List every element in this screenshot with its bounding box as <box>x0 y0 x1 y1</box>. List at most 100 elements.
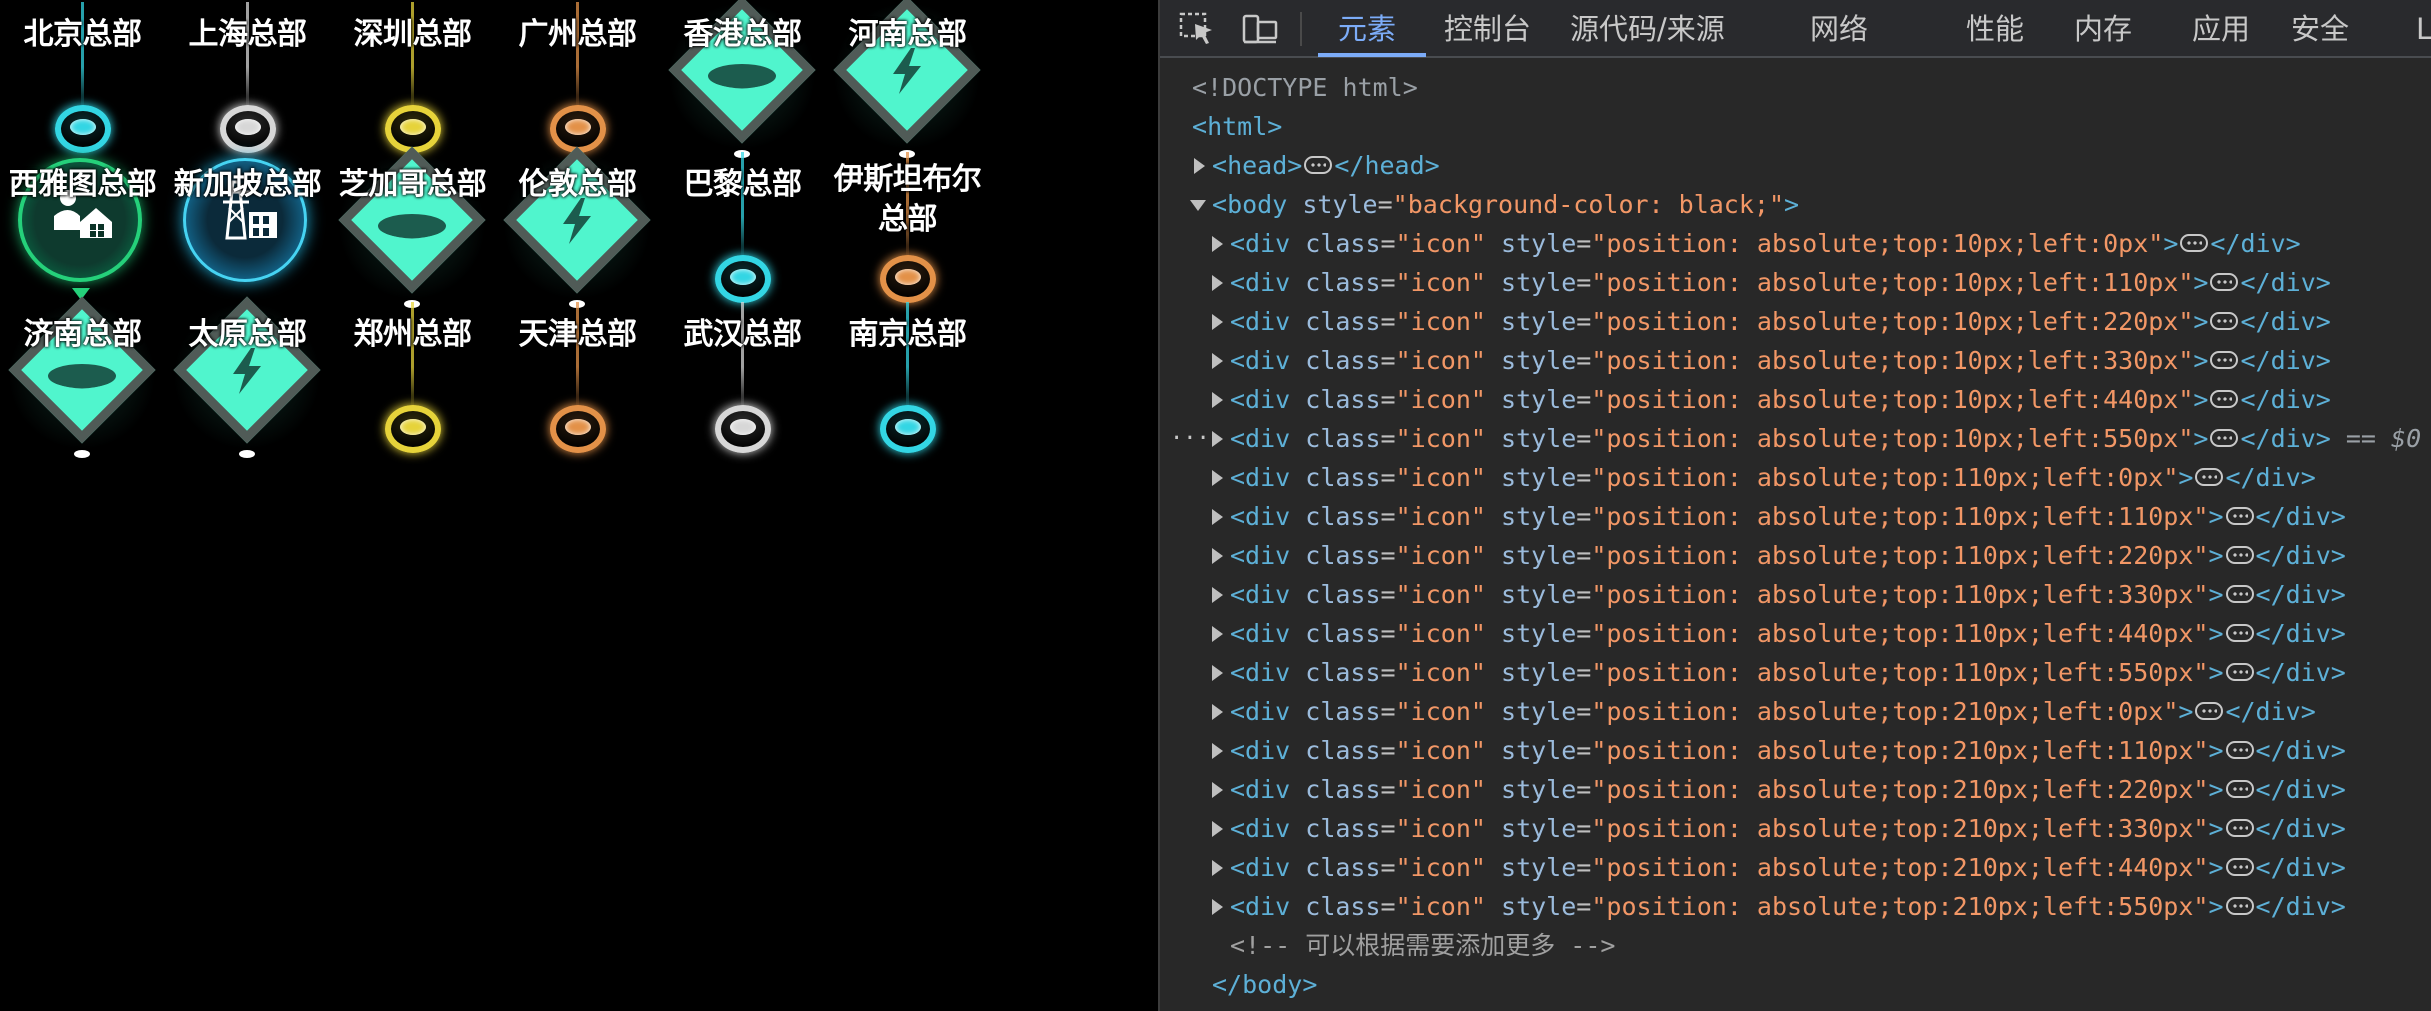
collapsed-content-icon[interactable] <box>2225 780 2254 798</box>
device-toolbar-icon[interactable] <box>1240 10 1280 48</box>
expand-triangle-icon[interactable] <box>1212 431 1223 447</box>
dom-node-line[interactable]: <div class="icon" style="position: absol… <box>1160 536 2431 575</box>
tab-5[interactable]: 性能 <box>1966 0 2024 58</box>
map-marker-15[interactable]: 郑州总部 <box>330 300 495 455</box>
dom-node-line[interactable]: <div class="icon" style="position: absol… <box>1160 497 2431 536</box>
marker-anchor-dot <box>239 450 255 458</box>
tab-9[interactable]: Lighthouse <box>2416 0 2431 58</box>
collapsed-content-icon[interactable] <box>2210 429 2239 447</box>
tab-6[interactable]: 内存 <box>2074 0 2132 58</box>
beacon-core <box>70 119 96 135</box>
map-marker-12[interactable]: 伊斯坦布尔总部 <box>825 150 990 305</box>
collapsed-content-icon[interactable] <box>2225 858 2254 876</box>
collapsed-content-icon[interactable] <box>2225 507 2254 525</box>
dom-node-line[interactable]: <div class="icon" style="position: absol… <box>1160 692 2431 731</box>
dom-node-line[interactable]: <!DOCTYPE html> <box>1160 68 2431 107</box>
collapsed-content-icon[interactable] <box>2225 663 2254 681</box>
tag-name: head <box>1227 151 1288 180</box>
tab-3[interactable]: 源代码/来源 <box>1570 0 1725 58</box>
dom-node-line[interactable]: <div class="icon" style="position: absol… <box>1160 770 2431 809</box>
tab-2[interactable]: 控制台 <box>1444 0 1531 58</box>
expand-triangle-icon[interactable] <box>1212 743 1223 759</box>
expand-triangle-icon[interactable] <box>1212 275 1223 291</box>
expand-triangle-icon[interactable] <box>1194 158 1205 174</box>
collapse-triangle-icon[interactable] <box>1190 200 1206 211</box>
expand-triangle-icon[interactable] <box>1212 353 1223 369</box>
dom-node-line[interactable]: <div class="icon" style="position: absol… <box>1160 458 2431 497</box>
collapsed-content-icon[interactable] <box>2225 819 2254 837</box>
collapsed-content-icon[interactable] <box>2210 351 2239 369</box>
map-marker-4[interactable]: 广州总部 <box>495 0 660 155</box>
dom-node-line[interactable]: ··· <div class="icon" style="position: ab… <box>1160 419 2431 458</box>
expand-triangle-icon[interactable] <box>1212 782 1223 798</box>
expand-triangle-icon[interactable] <box>1212 470 1223 486</box>
dom-node-line[interactable]: <div class="icon" style="position: absol… <box>1160 575 2431 614</box>
marker-label: 新加坡总部 <box>173 167 322 202</box>
marker-label: 南京总部 <box>848 317 968 352</box>
collapsed-content-icon[interactable] <box>2225 624 2254 642</box>
expand-triangle-icon[interactable] <box>1212 314 1223 330</box>
collapsed-content-icon[interactable] <box>2225 585 2254 603</box>
map-marker-9[interactable]: 芝加哥总部 <box>330 146 495 308</box>
dom-node-line[interactable]: <div class="icon" style="position: absol… <box>1160 653 2431 692</box>
dom-node-line[interactable]: <!-- 可以根据需要添加更多 --> <box>1160 926 2431 965</box>
map-marker-6[interactable]: 河南总部 <box>825 0 990 158</box>
dom-node-line[interactable]: <div class="icon" style="position: absol… <box>1160 809 2431 848</box>
node-actions-dots-icon[interactable]: ··· <box>1170 419 1210 458</box>
expand-triangle-icon[interactable] <box>1212 548 1223 564</box>
expand-triangle-icon[interactable] <box>1212 821 1223 837</box>
tab-7[interactable]: 应用 <box>2192 0 2250 58</box>
collapsed-content-icon[interactable] <box>2195 468 2224 486</box>
map-marker-2[interactable]: 上海总部 <box>165 0 330 155</box>
collapsed-content-icon[interactable] <box>2210 273 2239 291</box>
map-marker-3[interactable]: 深圳总部 <box>330 0 495 155</box>
collapsed-content-icon[interactable] <box>2195 702 2224 720</box>
active-tab-indicator <box>1318 53 1426 57</box>
marker-label: 武汉总部 <box>683 317 803 352</box>
map-marker-7[interactable]: 西雅图总部 <box>0 150 165 305</box>
expand-triangle-icon[interactable] <box>1212 665 1223 681</box>
map-marker-18[interactable]: 南京总部 <box>825 300 990 455</box>
dom-node-line[interactable]: <div class="icon" style="position: absol… <box>1160 341 2431 380</box>
dom-node-line[interactable]: <div class="icon" style="position: absol… <box>1160 848 2431 887</box>
collapsed-content-icon[interactable] <box>2210 312 2239 330</box>
dom-node-line[interactable]: <body style="background-color: black;"> <box>1160 185 2431 224</box>
map-marker-16[interactable]: 天津总部 <box>495 300 660 455</box>
map-marker-14[interactable]: 太原总部 <box>165 296 330 458</box>
collapsed-content-icon[interactable] <box>2225 546 2254 564</box>
tab-8[interactable]: 安全 <box>2291 0 2349 58</box>
expand-triangle-icon[interactable] <box>1212 392 1223 408</box>
dom-node-line[interactable]: <div class="icon" style="position: absol… <box>1160 380 2431 419</box>
expand-triangle-icon[interactable] <box>1212 899 1223 915</box>
map-marker-1[interactable]: 北京总部 <box>0 0 165 155</box>
collapsed-content-icon[interactable] <box>2225 741 2254 759</box>
dom-node-line[interactable]: <div class="icon" style="position: absol… <box>1160 224 2431 263</box>
dom-node-line[interactable]: <div class="icon" style="position: absol… <box>1160 614 2431 653</box>
tab-1[interactable]: 元素 <box>1338 0 1396 58</box>
expand-triangle-icon[interactable] <box>1212 626 1223 642</box>
map-marker-10[interactable]: 伦敦总部 <box>495 146 660 308</box>
collapsed-content-icon[interactable] <box>2225 897 2254 915</box>
collapsed-content-icon[interactable] <box>1304 156 1333 174</box>
dom-node-line[interactable]: </body> <box>1160 965 2431 1004</box>
dom-node-line[interactable]: <div class="icon" style="position: absol… <box>1160 731 2431 770</box>
dom-node-line[interactable]: <div class="icon" style="position: absol… <box>1160 263 2431 302</box>
collapsed-content-icon[interactable] <box>2210 390 2239 408</box>
dom-node-line[interactable]: <head> </head> <box>1160 146 2431 185</box>
expand-triangle-icon[interactable] <box>1212 509 1223 525</box>
inspect-element-icon[interactable] <box>1178 10 1218 48</box>
expand-triangle-icon[interactable] <box>1212 587 1223 603</box>
collapsed-content-icon[interactable] <box>2180 234 2209 252</box>
expand-triangle-icon[interactable] <box>1212 860 1223 876</box>
map-marker-11[interactable]: 巴黎总部 <box>660 150 825 305</box>
expand-triangle-icon[interactable] <box>1212 704 1223 720</box>
expand-triangle-icon[interactable] <box>1212 236 1223 252</box>
map-marker-13[interactable]: 济南总部 <box>0 296 165 458</box>
map-marker-17[interactable]: 武汉总部 <box>660 300 825 455</box>
dom-node-line[interactable]: <div class="icon" style="position: absol… <box>1160 302 2431 341</box>
map-marker-8[interactable]: 新加坡总部 <box>165 150 330 305</box>
dom-node-line[interactable]: <div class="icon" style="position: absol… <box>1160 887 2431 926</box>
tab-4[interactable]: 网络 <box>1810 0 1868 58</box>
map-marker-5[interactable]: 香港总部 <box>660 0 825 158</box>
dom-node-line[interactable]: <html> <box>1160 107 2431 146</box>
